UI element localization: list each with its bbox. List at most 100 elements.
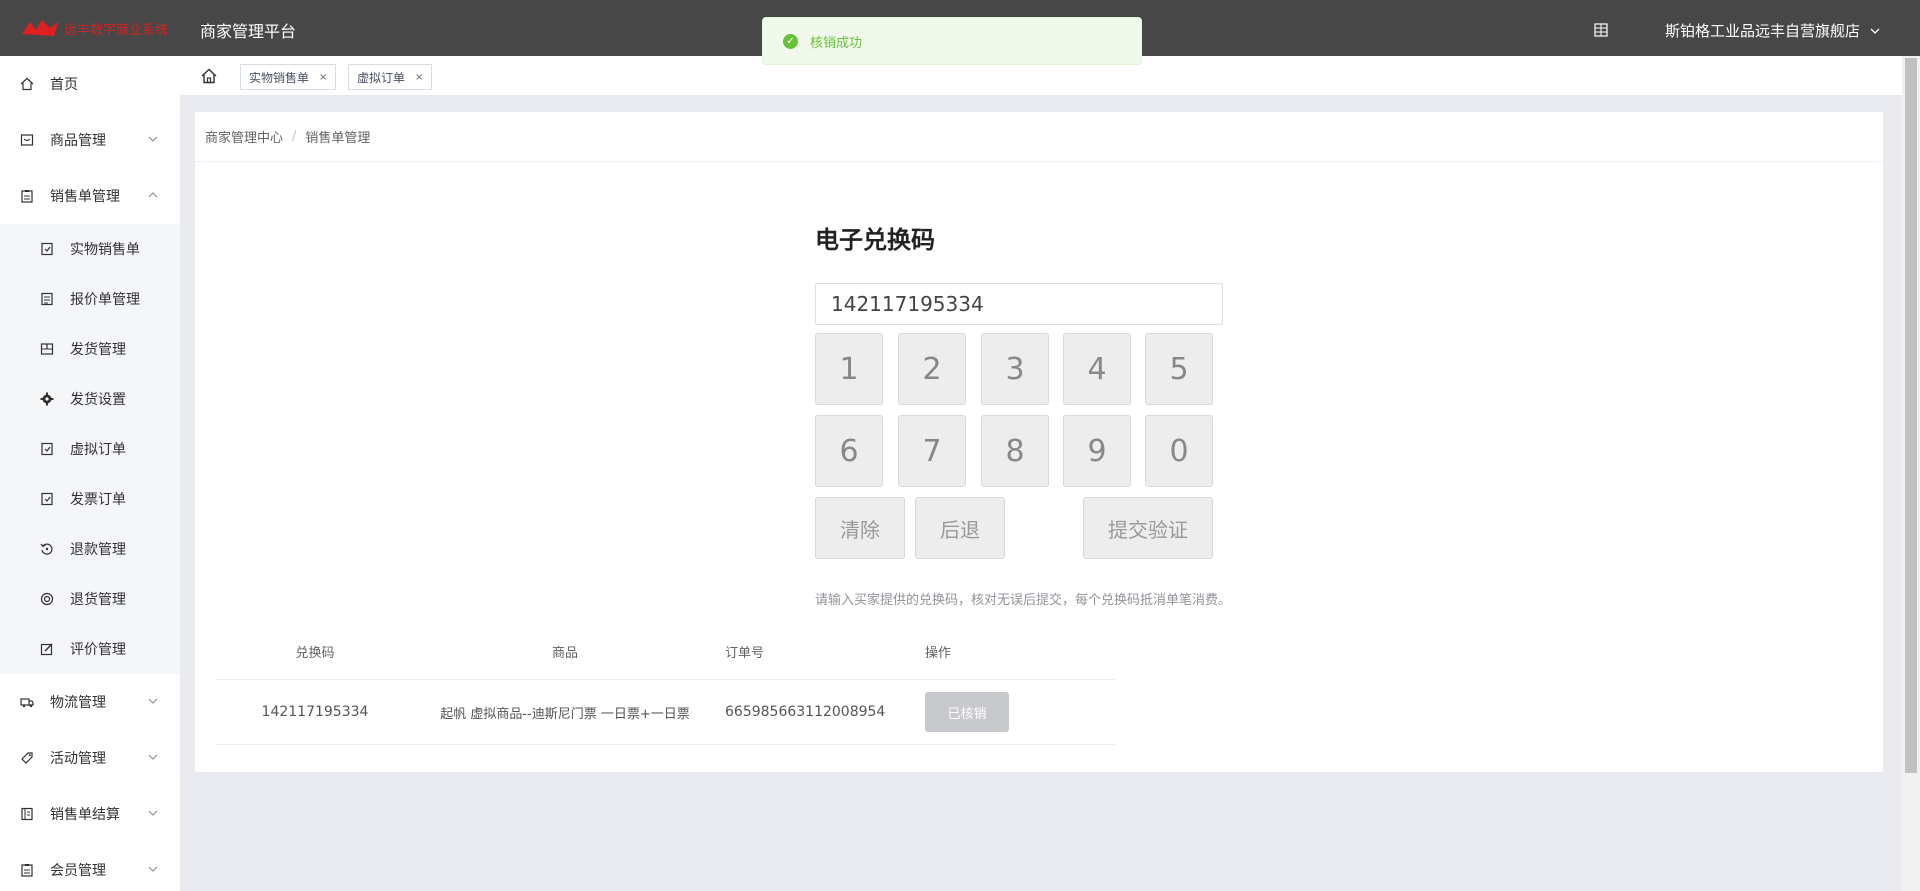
key-0[interactable]: 0 <box>1145 415 1213 487</box>
sidebar-item-quotes[interactable]: 报价单管理 <box>0 274 180 324</box>
page-scrollbar[interactable] <box>1902 56 1920 891</box>
redeem-table: 兑换码 商品 订单号 操作 142117195334 起帆 虚拟商品--迪斯尼门… <box>215 624 1115 745</box>
chevron-down-icon <box>148 136 158 142</box>
sidebar-item-refunds[interactable]: 退款管理 <box>0 524 180 574</box>
edit-doc-icon <box>40 242 54 256</box>
qrcode-icon[interactable] <box>1594 23 1608 37</box>
store-name: 斯铂格工业品远丰自营旗舰店 <box>1664 22 1860 40</box>
table-header-row: 兑换码 商品 订单号 操作 <box>215 624 1115 680</box>
sidebar-item-invoice-orders[interactable]: 发票订单 <box>0 474 180 524</box>
main-card: 商家管理中心 / 销售单管理 电子兑换码 142117195334 1 2 3 … <box>195 112 1883 772</box>
key-6[interactable]: 6 <box>815 415 883 487</box>
redeemed-button[interactable]: 已核销 <box>925 692 1009 732</box>
breadcrumb-current: 销售单管理 <box>305 131 371 146</box>
close-icon[interactable]: × <box>319 72 327 83</box>
sidebar-item-label: 报价单管理 <box>70 292 140 308</box>
sidebar-item-label: 销售单结算 <box>50 807 120 823</box>
success-toast: ✓ 核销成功 <box>762 17 1142 65</box>
tab-virtual-orders[interactable]: 虚拟订单 × <box>348 64 433 90</box>
sales-submenu: 实物销售单 报价单管理 发货管理 发货设置 虚拟订单 发票订单 退款管理 退货管… <box>0 224 180 674</box>
clipboard-icon <box>20 863 34 877</box>
column-header-code: 兑换码 <box>295 646 335 661</box>
column-header-action: 操作 <box>925 646 952 661</box>
sidebar-item-label: 退款管理 <box>70 542 126 558</box>
logo[interactable]: 远丰数字商业系统 <box>20 14 168 42</box>
key-2[interactable]: 2 <box>898 333 966 405</box>
breadcrumb-separator: / <box>292 129 297 144</box>
breadcrumb: 商家管理中心 / 销售单管理 <box>195 112 1883 162</box>
tab-physical-orders[interactable]: 实物销售单 × <box>240 64 337 90</box>
platform-title: 商家管理平台 <box>200 22 297 41</box>
home-icon <box>20 77 34 91</box>
sidebar-item-reviews[interactable]: 评价管理 <box>0 624 180 674</box>
tab-label: 实物销售单 <box>249 70 310 85</box>
sidebar-item-returns[interactable]: 退货管理 <box>0 574 180 624</box>
table-row: 142117195334 起帆 虚拟商品--迪斯尼门票 一日票+一日票 6659… <box>215 680 1115 745</box>
sidebar-item-logistics[interactable]: 物流管理 <box>0 674 180 730</box>
sidebar-item-label: 物流管理 <box>50 695 106 711</box>
sidebar-item-shipping[interactable]: 发货管理 <box>0 324 180 374</box>
list-doc-icon <box>40 292 54 306</box>
scrollbar-thumb[interactable] <box>1905 58 1917 773</box>
chevron-down-icon <box>1870 28 1880 34</box>
redeem-code-panel: 电子兑换码 142117195334 1 2 3 4 5 6 7 8 9 0 清… <box>815 220 1231 608</box>
hint-text: 请输入买家提供的兑换码，核对无误后提交，每个兑换码抵消单笔消费。 <box>815 593 1232 608</box>
cell-product: 起帆 虚拟商品--迪斯尼门票 一日票+一日票 <box>440 706 690 722</box>
close-icon[interactable]: × <box>415 72 423 83</box>
edit-icon <box>40 642 54 656</box>
gear-icon <box>40 392 54 406</box>
sidebar-item-label: 销售单管理 <box>50 189 120 205</box>
breadcrumb-root[interactable]: 商家管理中心 <box>205 127 283 146</box>
toast-message: 核销成功 <box>810 35 863 51</box>
numeric-keypad: 1 2 3 4 5 6 7 8 9 0 清除 后退 提交验证 <box>815 333 1223 565</box>
box-icon <box>20 133 34 147</box>
return-icon <box>40 592 54 606</box>
logo-text: 远丰数字商业系统 <box>64 22 169 38</box>
logo-icon <box>22 20 58 36</box>
column-header-product: 商品 <box>551 646 578 661</box>
tab-label: 虚拟订单 <box>357 70 406 85</box>
sidebar-item-sales[interactable]: 销售单管理 <box>0 168 180 224</box>
page-title: 电子兑换码 <box>815 226 935 254</box>
sidebar-item-home[interactable]: 首页 <box>0 56 180 112</box>
sidebar-item-products[interactable]: 商品管理 <box>0 112 180 168</box>
key-9[interactable]: 9 <box>1063 415 1131 487</box>
submit-verify-button[interactable]: 提交验证 <box>1083 497 1213 559</box>
sidebar-item-virtual-orders[interactable]: 虚拟订单 <box>0 424 180 474</box>
chevron-down-icon <box>148 698 158 704</box>
backspace-button[interactable]: 后退 <box>915 497 1005 559</box>
sidebar-item-label: 虚拟订单 <box>70 442 126 458</box>
key-4[interactable]: 4 <box>1063 333 1131 405</box>
clear-button[interactable]: 清除 <box>815 497 905 559</box>
store-dropdown[interactable]: 斯铂格工业品远丰自营旗舰店 <box>1665 20 1880 41</box>
sidebar-item-label: 发货设置 <box>70 392 126 408</box>
cell-action: 已核销 <box>915 692 1115 732</box>
key-3[interactable]: 3 <box>981 333 1049 405</box>
key-8[interactable]: 8 <box>981 415 1049 487</box>
key-7[interactable]: 7 <box>898 415 966 487</box>
chevron-down-icon <box>148 754 158 760</box>
sidebar-item-label: 活动管理 <box>50 751 106 767</box>
sidebar-item-label: 商品管理 <box>50 133 106 149</box>
sidebar-item-label: 实物销售单 <box>70 242 140 258</box>
check-circle-icon: ✓ <box>783 33 798 49</box>
sidebar-item-settlement[interactable]: 销售单结算 <box>0 786 180 842</box>
sidebar-item-physical-orders[interactable]: 实物销售单 <box>0 224 180 274</box>
edit-doc-icon <box>40 492 54 506</box>
cell-code: 142117195334 <box>261 704 369 720</box>
chevron-down-icon <box>148 810 158 816</box>
clipboard-icon <box>20 189 34 203</box>
sidebar-item-shipping-settings[interactable]: 发货设置 <box>0 374 180 424</box>
home-tab-icon[interactable] <box>200 67 218 85</box>
sidebar: 首页 商品管理 销售单管理 实物销售单 报价单管理 发货管理 发货设置 虚拟订单… <box>0 56 180 891</box>
sidebar-item-activities[interactable]: 活动管理 <box>0 730 180 786</box>
sidebar-item-label: 发货管理 <box>70 342 126 358</box>
key-1[interactable]: 1 <box>815 333 883 405</box>
redeem-code-input[interactable]: 142117195334 <box>815 283 1223 325</box>
key-5[interactable]: 5 <box>1145 333 1213 405</box>
sidebar-item-members[interactable]: 会员管理 <box>0 842 180 891</box>
sidebar-item-label: 发票订单 <box>70 492 126 508</box>
sidebar-item-label: 评价管理 <box>70 642 126 658</box>
column-header-order: 订单号 <box>725 646 765 661</box>
sidebar-item-label: 退货管理 <box>70 592 126 608</box>
